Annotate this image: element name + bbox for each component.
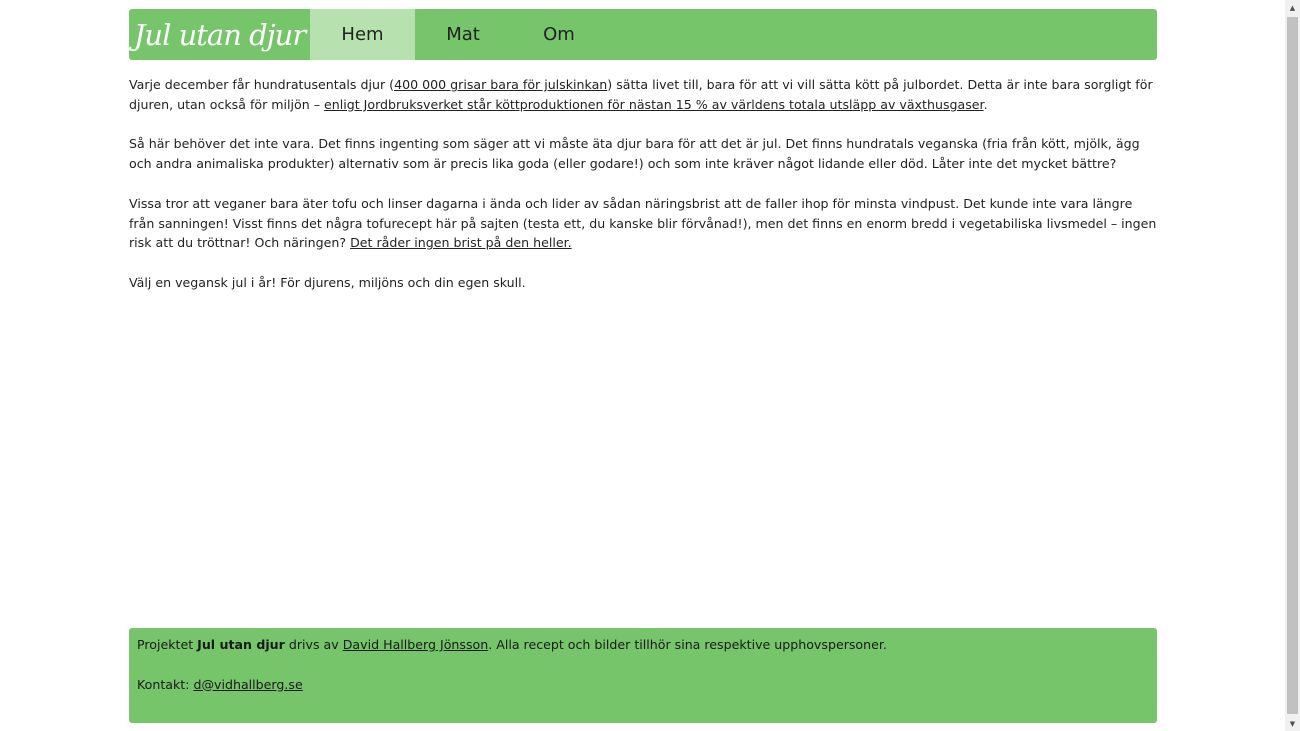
site-logo[interactable]: Jul utan djur <box>129 9 310 60</box>
site-footer: Projektet Jul utan djur drivs av David H… <box>129 628 1157 723</box>
nav-item-hem[interactable]: Hem <box>310 9 415 60</box>
nav-item-mat[interactable]: Mat <box>415 9 511 60</box>
closing-paragraph: Välj en vegansk jul i år! För djurens, m… <box>129 274 526 290</box>
scroll-up-arrow-icon[interactable]: ▲ <box>1285 0 1300 15</box>
nutrition-paragraph: Vissa tror att veganer bara äter tofu oc… <box>129 195 1157 251</box>
site-header: Jul utan djur Hem Mat Om <box>129 9 1157 60</box>
julskinka-link[interactable]: 400 000 grisar bara för julskinkan <box>394 77 607 92</box>
intro-paragraph: Varje december får hundratusentals djur … <box>129 77 1153 112</box>
contact-email-link[interactable]: d@vidhallberg.se <box>193 677 302 692</box>
author-link[interactable]: David Hallberg Jönsson <box>343 637 488 652</box>
project-name: Jul utan djur <box>197 637 285 652</box>
alternatives-paragraph: Så här behöver det inte vara. Det finns … <box>129 136 1140 172</box>
vertical-scrollbar[interactable]: ▲ ▼ <box>1285 0 1300 731</box>
nutrition-link[interactable]: Det råder ingen brist på den heller. <box>350 235 572 250</box>
nav-item-om[interactable]: Om <box>511 9 607 60</box>
scroll-thumb[interactable] <box>1287 17 1298 714</box>
page: Jul utan djur Hem Mat Om Varje december … <box>0 0 1300 731</box>
scroll-down-arrow-icon[interactable]: ▼ <box>1285 716 1300 731</box>
footer-contact: Kontakt: d@vidhallberg.se <box>137 676 303 692</box>
main-content: Varje december får hundratusentals djur … <box>129 75 1157 313</box>
jordbruksverket-link[interactable]: enligt Jordbruksverket står köttprodukti… <box>324 97 984 112</box>
footer-credits: Projektet Jul utan djur drivs av David H… <box>137 637 887 652</box>
